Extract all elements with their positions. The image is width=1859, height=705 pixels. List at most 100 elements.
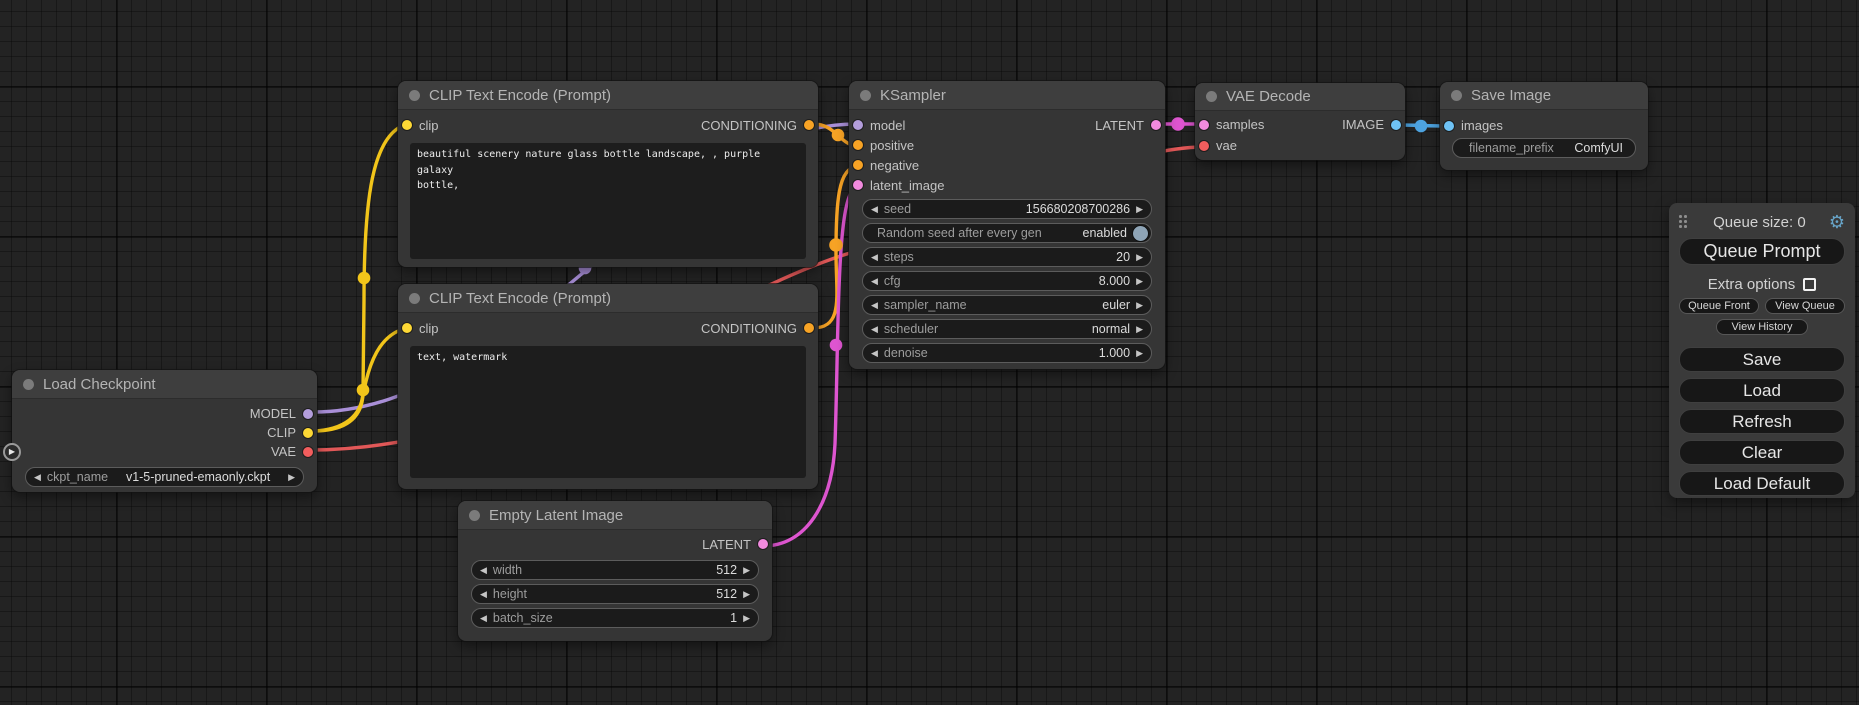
input-label: latent_image [870, 178, 944, 193]
node-load-checkpoint[interactable]: Load Checkpoint MODEL CLIP VAE ◀ ckpt_na… [12, 370, 317, 492]
cfg-widget[interactable]: ◀ cfg 8.000 ▶ [862, 271, 1152, 291]
node-clip-text-encode-negative[interactable]: CLIP Text Encode (Prompt) clip CONDITION… [398, 284, 818, 489]
scheduler-widget[interactable]: ◀ scheduler normal ▶ [862, 319, 1152, 339]
decrement-arrow-icon[interactable]: ◀ [480, 613, 487, 624]
decrement-arrow-icon[interactable]: ◀ [480, 589, 487, 600]
clear-button[interactable]: Clear [1679, 440, 1845, 465]
vae-input-slot[interactable] [1199, 141, 1209, 151]
positive-input-slot[interactable] [853, 140, 863, 150]
node-title-bar[interactable]: VAE Decode [1195, 83, 1405, 111]
widget-value: v1-5-pruned-emaonly.ckpt [126, 470, 270, 484]
increment-arrow-icon[interactable]: ▶ [1136, 348, 1143, 359]
node-ksampler[interactable]: KSampler model LATENT positive negative … [849, 81, 1165, 369]
gear-icon[interactable]: ⚙ [1829, 213, 1845, 231]
node-title-bar[interactable]: Load Checkpoint [12, 370, 317, 399]
model-output-slot[interactable] [303, 409, 313, 419]
collapse-dot-icon[interactable] [860, 90, 871, 101]
node-graph-canvas[interactable]: Load Checkpoint MODEL CLIP VAE ◀ ckpt_na… [0, 0, 1859, 705]
prev-arrow-icon[interactable]: ◀ [871, 324, 878, 335]
next-arrow-icon[interactable]: ▶ [1136, 324, 1143, 335]
queue-size-label: Queue size: 0 [1690, 214, 1829, 231]
extra-options-label: Extra options [1708, 276, 1796, 293]
toggle-icon[interactable] [1133, 226, 1148, 241]
prompt-textarea[interactable]: text, watermark [410, 346, 806, 478]
samples-input-slot[interactable] [1199, 120, 1209, 130]
decrement-arrow-icon[interactable]: ◀ [871, 348, 878, 359]
output-label: CONDITIONING [701, 321, 797, 336]
increment-arrow-icon[interactable]: ▶ [743, 613, 750, 624]
decrement-arrow-icon[interactable]: ◀ [871, 204, 878, 215]
node-vae-decode[interactable]: VAE Decode samples IMAGE vae [1195, 83, 1405, 160]
image-output-slot[interactable] [1391, 120, 1401, 130]
increment-arrow-icon[interactable]: ▶ [743, 565, 750, 576]
node-save-image[interactable]: Save Image images filename_prefix ComfyU… [1440, 82, 1648, 170]
model-input-slot[interactable] [853, 120, 863, 130]
extra-options-checkbox[interactable] [1803, 278, 1816, 291]
collapse-dot-icon[interactable] [1206, 91, 1217, 102]
latent-output-slot[interactable] [758, 539, 768, 549]
conditioning-output-slot[interactable] [804, 323, 814, 333]
latent-image-input-slot[interactable] [853, 180, 863, 190]
steps-widget[interactable]: ◀ steps 20 ▶ [862, 247, 1152, 267]
prev-arrow-icon[interactable]: ◀ [871, 300, 878, 311]
filename-prefix-widget[interactable]: filename_prefix ComfyUI [1452, 138, 1636, 158]
view-queue-button[interactable]: View Queue [1765, 298, 1845, 314]
prev-arrow-icon[interactable]: ◀ [34, 472, 41, 483]
decrement-arrow-icon[interactable]: ◀ [871, 252, 878, 263]
clip-input-slot[interactable] [402, 323, 412, 333]
next-arrow-icon[interactable]: ▶ [1136, 300, 1143, 311]
negative-input-slot[interactable] [853, 160, 863, 170]
widget-label: ckpt_name [47, 470, 108, 484]
collapse-dot-icon[interactable] [23, 379, 34, 390]
decrement-arrow-icon[interactable]: ◀ [480, 565, 487, 576]
seed-widget[interactable]: ◀ seed 156680208700286 ▶ [862, 199, 1152, 219]
batch-size-widget[interactable]: ◀ batch_size 1 ▶ [471, 608, 759, 628]
collapse-dot-icon[interactable] [409, 293, 420, 304]
collapse-dot-icon[interactable] [409, 90, 420, 101]
collapse-dot-icon[interactable] [469, 510, 480, 521]
widget-label: height [493, 587, 527, 601]
input-label: samples [1216, 117, 1264, 132]
collapse-dot-icon[interactable] [1451, 90, 1462, 101]
link-dot [1171, 117, 1185, 131]
load-button[interactable]: Load [1679, 378, 1845, 403]
width-widget[interactable]: ◀ width 512 ▶ [471, 560, 759, 580]
increment-arrow-icon[interactable]: ▶ [743, 589, 750, 600]
queue-menu-panel: Queue size: 0 ⚙ Queue Prompt Extra optio… [1669, 203, 1855, 498]
increment-arrow-icon[interactable]: ▶ [1136, 276, 1143, 287]
latent-output-slot[interactable] [1151, 120, 1161, 130]
increment-arrow-icon[interactable]: ▶ [1136, 252, 1143, 263]
widget-label: Random seed after every gen [877, 226, 1042, 240]
node-title: KSampler [880, 87, 946, 104]
height-widget[interactable]: ◀ height 512 ▶ [471, 584, 759, 604]
save-button[interactable]: Save [1679, 347, 1845, 372]
denoise-widget[interactable]: ◀ denoise 1.000 ▶ [862, 343, 1152, 363]
conditioning-output-slot[interactable] [804, 120, 814, 130]
vae-output-slot[interactable] [303, 447, 313, 457]
node-title-bar[interactable]: Empty Latent Image [458, 501, 772, 530]
node-title-bar[interactable]: Save Image [1440, 82, 1648, 110]
sampler-name-widget[interactable]: ◀ sampler_name euler ▶ [862, 295, 1152, 315]
widget-label: width [493, 563, 522, 577]
ckpt-name-widget[interactable]: ◀ ckpt_name v1-5-pruned-emaonly.ckpt ▶ [25, 467, 304, 487]
refresh-button[interactable]: Refresh [1679, 409, 1845, 434]
images-input-slot[interactable] [1444, 121, 1454, 131]
node-clip-text-encode-positive[interactable]: CLIP Text Encode (Prompt) clip CONDITION… [398, 81, 818, 267]
clip-output-slot[interactable] [303, 428, 313, 438]
clip-input-slot[interactable] [402, 120, 412, 130]
queue-prompt-button[interactable]: Queue Prompt [1679, 238, 1845, 265]
play-circle-icon[interactable]: ▶ [3, 443, 21, 461]
decrement-arrow-icon[interactable]: ◀ [871, 276, 878, 287]
view-history-button[interactable]: View History [1716, 319, 1808, 335]
prompt-textarea[interactable]: beautiful scenery nature glass bottle la… [410, 143, 806, 259]
increment-arrow-icon[interactable]: ▶ [1136, 204, 1143, 215]
node-empty-latent-image[interactable]: Empty Latent Image LATENT ◀ width 512 ▶ … [458, 501, 772, 641]
drag-handle-icon[interactable] [1679, 215, 1688, 229]
next-arrow-icon[interactable]: ▶ [288, 472, 295, 483]
node-title-bar[interactable]: CLIP Text Encode (Prompt) [398, 284, 818, 313]
random-seed-toggle-widget[interactable]: Random seed after every gen enabled [862, 223, 1152, 243]
queue-front-button[interactable]: Queue Front [1679, 298, 1759, 314]
node-title-bar[interactable]: CLIP Text Encode (Prompt) [398, 81, 818, 110]
node-title-bar[interactable]: KSampler [849, 81, 1165, 110]
load-default-button[interactable]: Load Default [1679, 471, 1845, 496]
